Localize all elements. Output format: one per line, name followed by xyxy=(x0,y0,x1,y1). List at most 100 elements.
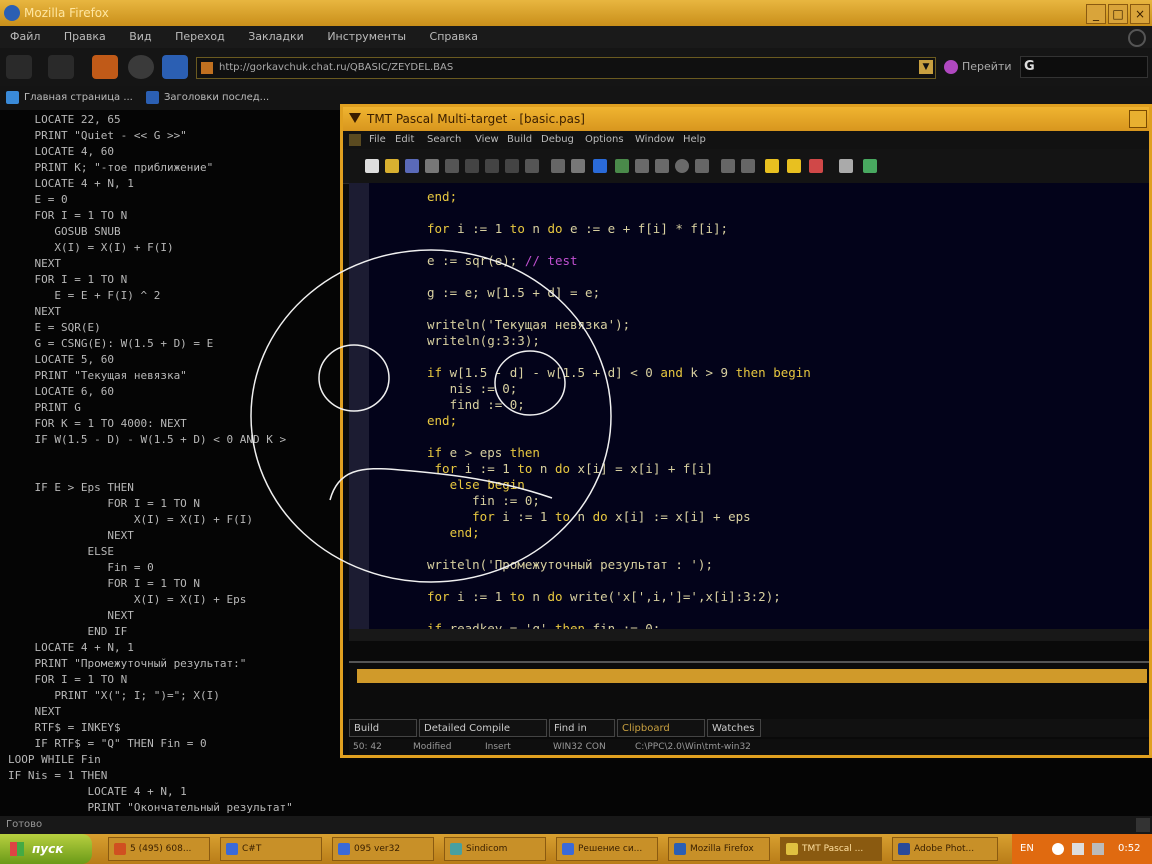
taskbar-item[interactable]: Adobe Phot... xyxy=(892,837,998,861)
code-line[interactable]: writeln('Текущая невязка'); xyxy=(427,317,811,333)
reload-button[interactable] xyxy=(92,55,118,79)
minimize-button[interactable]: _ xyxy=(1086,4,1106,24)
info-icon[interactable] xyxy=(593,159,607,173)
code-line[interactable] xyxy=(427,349,811,365)
ide-menu-help[interactable]: Help xyxy=(683,131,706,149)
stop-button[interactable] xyxy=(128,55,154,79)
code-line[interactable]: writeln('Промежуточный результат : '); xyxy=(427,557,811,573)
ide-menu-build[interactable]: Build xyxy=(507,131,532,149)
code-line[interactable] xyxy=(427,541,811,557)
forward-button[interactable] xyxy=(48,55,74,79)
run-icon[interactable] xyxy=(675,159,689,173)
taskbar-item[interactable]: Mozilla Firefox xyxy=(668,837,770,861)
help-icon[interactable] xyxy=(839,159,853,173)
build-icon[interactable] xyxy=(655,159,669,173)
find-icon[interactable] xyxy=(551,159,565,173)
undo-icon[interactable] xyxy=(505,159,519,173)
redo-icon[interactable] xyxy=(525,159,539,173)
tab-find-in-files[interactable]: Find in Files xyxy=(549,719,615,752)
bookmark-home[interactable]: Главная страница ... xyxy=(6,86,133,110)
start-button[interactable]: пуск xyxy=(0,834,92,864)
code-line[interactable] xyxy=(427,573,811,589)
code-line[interactable]: end; xyxy=(427,189,811,205)
debug-icon[interactable] xyxy=(695,159,709,173)
editor-horizontal-scrollbar[interactable] xyxy=(349,629,1149,641)
tray-icon[interactable] xyxy=(1072,843,1084,855)
menu-bookmarks[interactable]: Закладки xyxy=(238,26,314,48)
document-icon[interactable] xyxy=(349,134,361,146)
code-line[interactable]: end; xyxy=(427,413,811,429)
replace-icon[interactable] xyxy=(571,159,585,173)
copy-icon[interactable] xyxy=(465,159,479,173)
output-selected-line[interactable] xyxy=(357,669,1147,683)
code-line[interactable]: for i := 1 to n do x[i] := x[i] + eps xyxy=(427,509,811,525)
code-line[interactable] xyxy=(427,269,811,285)
code-line[interactable]: find := 0; xyxy=(427,397,811,413)
ide-menu-file[interactable]: File xyxy=(369,131,386,149)
code-line[interactable] xyxy=(427,429,811,445)
open-file-icon[interactable] xyxy=(385,159,399,173)
code-line[interactable] xyxy=(427,205,811,221)
taskbar-item[interactable]: Решение си... xyxy=(556,837,658,861)
make-icon[interactable] xyxy=(635,159,649,173)
about-icon[interactable] xyxy=(863,159,877,173)
address-bar[interactable]: http://gorkavchuk.chat.ru/QBASIC/ZEYDEL.… xyxy=(196,57,936,79)
volume-icon[interactable] xyxy=(1092,843,1104,855)
tab-detailed-compile-report[interactable]: Detailed Compile Report xyxy=(419,719,547,752)
language-indicator[interactable]: EN xyxy=(1020,834,1034,864)
code-line[interactable]: nis := 0; xyxy=(427,381,811,397)
new-file-icon[interactable] xyxy=(365,159,379,173)
maximize-button[interactable]: □ xyxy=(1108,4,1128,24)
taskbar-item-active[interactable]: TMT Pascal ... xyxy=(780,837,882,861)
compile-icon[interactable] xyxy=(615,159,629,173)
pascal-source-code[interactable]: end; for i := 1 to n do e := e + f[i] * f… xyxy=(427,189,811,637)
ide-menu-search[interactable]: Search xyxy=(427,131,461,149)
ide-menu-edit[interactable]: Edit xyxy=(395,131,414,149)
ide-menu-window[interactable]: Window xyxy=(635,131,674,149)
menu-go[interactable]: Переход xyxy=(165,26,235,48)
window-cascade-icon[interactable] xyxy=(787,159,801,173)
code-editor[interactable]: end; for i := 1 to n do e := e + f[i] * f… xyxy=(349,183,1149,641)
code-line[interactable]: e := sqr(e); // test xyxy=(427,253,811,269)
code-line[interactable]: if w[1.5 - d] - w[1.5 + d] < 0 and k > 9… xyxy=(427,365,811,381)
tab-build-debug[interactable]: Build Debug xyxy=(349,719,417,752)
step-icon[interactable] xyxy=(721,159,735,173)
tray-icon[interactable] xyxy=(1052,843,1064,855)
tab-watches[interactable]: Watches xyxy=(707,719,761,737)
taskbar-item[interactable]: 5 (495) 608... xyxy=(108,837,210,861)
url-dropdown-button[interactable]: ▼ xyxy=(919,60,933,74)
code-line[interactable] xyxy=(427,301,811,317)
ide-restore-button[interactable] xyxy=(1129,110,1147,128)
cut-icon[interactable] xyxy=(445,159,459,173)
taskbar-item[interactable]: 095 ver32 xyxy=(332,837,434,861)
back-button[interactable] xyxy=(6,55,32,79)
bookmark-headlines[interactable]: Заголовки послед... xyxy=(146,86,269,110)
taskbar-item[interactable]: Sindicom xyxy=(444,837,546,861)
taskbar-item[interactable]: C#T xyxy=(220,837,322,861)
code-line[interactable]: for i := 1 to n do x[i] = x[i] + f[i] xyxy=(427,461,811,477)
code-line[interactable]: for i := 1 to n do e := e + f[i] * f[i]; xyxy=(427,221,811,237)
close-button[interactable]: × xyxy=(1130,4,1150,24)
code-line[interactable]: writeln(g:3:3); xyxy=(427,333,811,349)
url-text[interactable]: http://gorkavchuk.chat.ru/QBASIC/ZEYDEL.… xyxy=(219,58,453,78)
menu-view[interactable]: Вид xyxy=(119,26,161,48)
code-line[interactable] xyxy=(427,237,811,253)
search-input[interactable]: G xyxy=(1020,56,1148,78)
home-button[interactable] xyxy=(162,55,188,79)
tab-clipboard-history[interactable]: Clipboard History xyxy=(617,719,705,752)
code-line[interactable]: end; xyxy=(427,525,811,541)
window-tile-icon[interactable] xyxy=(765,159,779,173)
code-line[interactable]: else begin xyxy=(427,477,811,493)
menu-file[interactable]: Файл xyxy=(0,26,50,48)
ide-menu-view[interactable]: View xyxy=(475,131,499,149)
code-line[interactable]: g := e; w[1.5 + d] = e; xyxy=(427,285,811,301)
save-icon[interactable] xyxy=(405,159,419,173)
go-button[interactable]: Перейти xyxy=(944,58,1012,76)
ide-menu-debug[interactable]: Debug xyxy=(541,131,574,149)
paste-icon[interactable] xyxy=(485,159,499,173)
trace-icon[interactable] xyxy=(741,159,755,173)
menu-tools[interactable]: Инструменты xyxy=(317,26,416,48)
ide-menu-options[interactable]: Options xyxy=(585,131,624,149)
save-all-icon[interactable] xyxy=(425,159,439,173)
resize-grip[interactable] xyxy=(1136,818,1150,832)
